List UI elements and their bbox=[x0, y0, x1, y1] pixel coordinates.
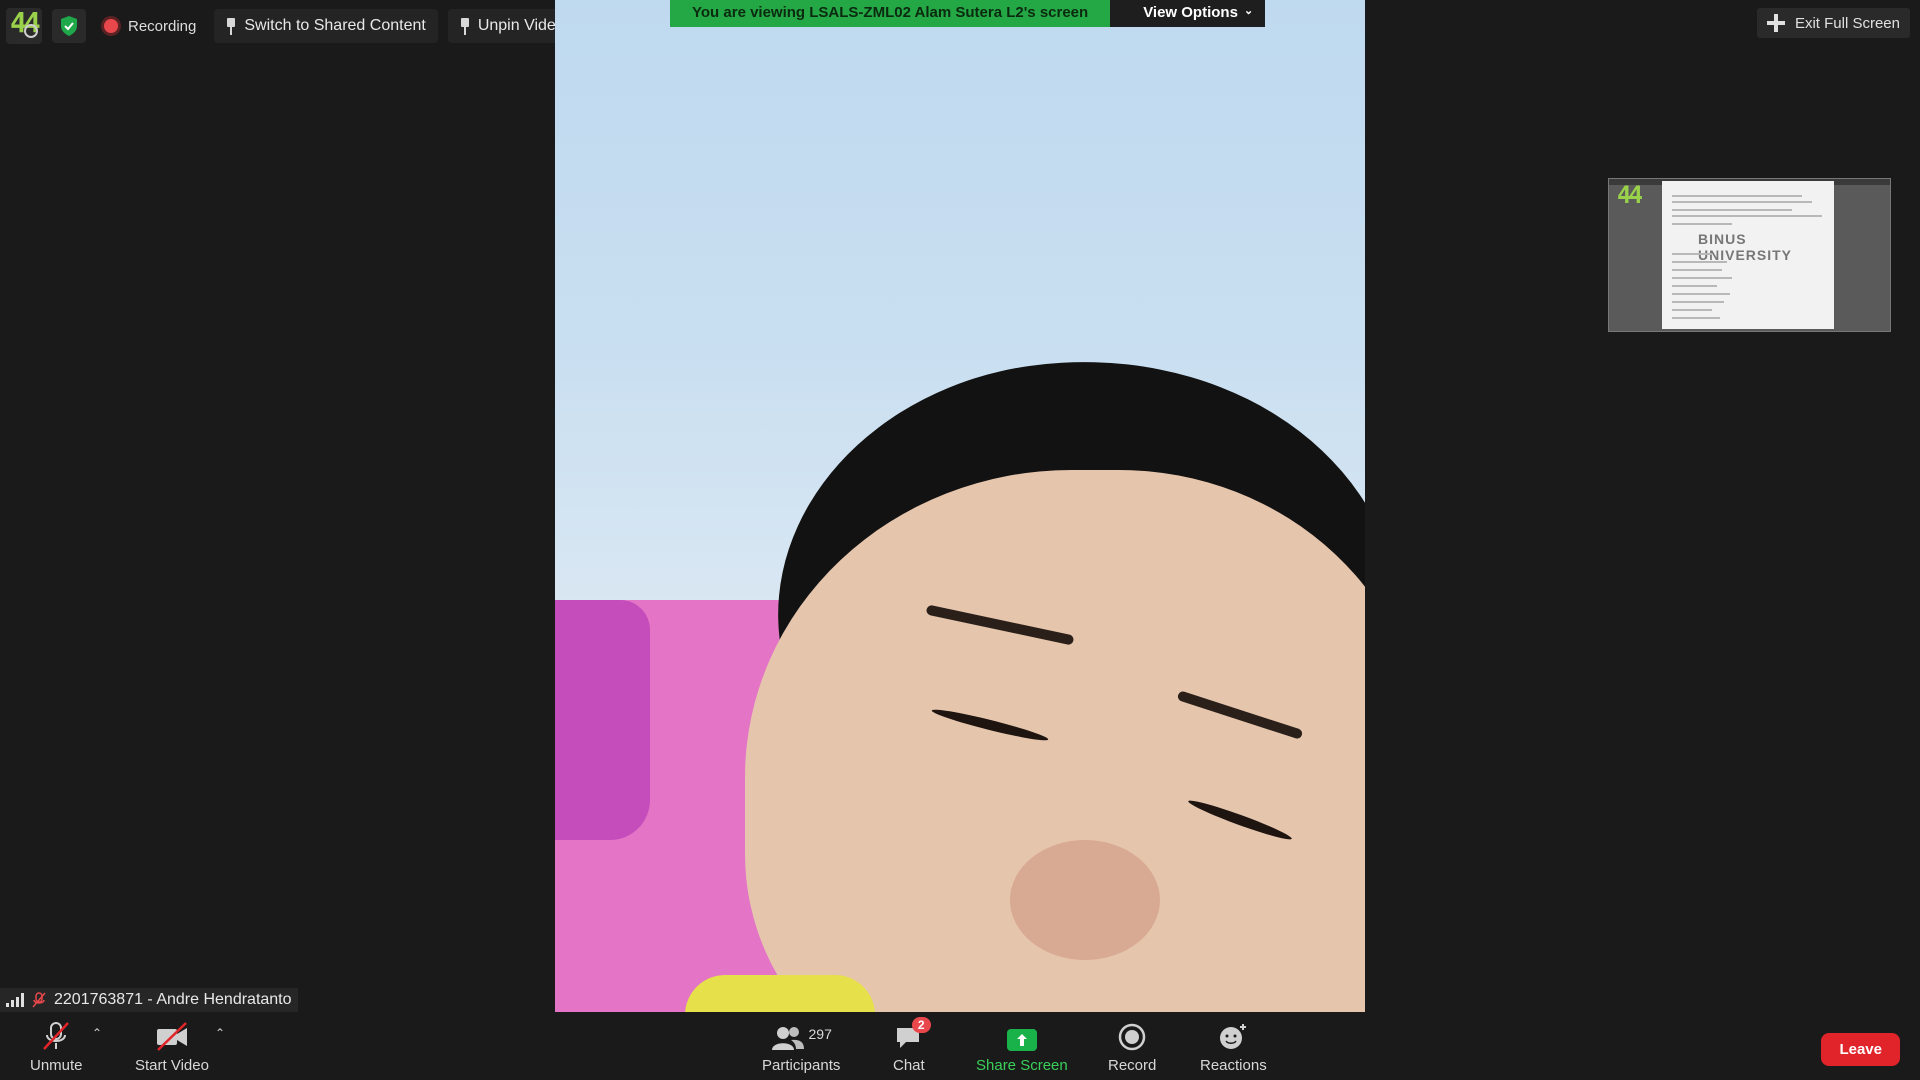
shared-content-thumbnail[interactable]: 44 BINUS UNIVERSITY bbox=[1608, 178, 1891, 332]
video-shirt bbox=[685, 975, 875, 1013]
participants-count: 297 bbox=[808, 1026, 832, 1042]
recording-indicator[interactable]: Recording bbox=[96, 18, 204, 35]
video-off-icon bbox=[156, 1022, 187, 1051]
participants-icon bbox=[771, 1027, 804, 1050]
meeting-info-icon[interactable]: 44 bbox=[6, 6, 42, 44]
unmute-label: Unmute bbox=[30, 1057, 83, 1074]
pin-icon bbox=[460, 18, 470, 35]
unpin-label: Unpin Video bbox=[477, 17, 565, 34]
reactions-label: Reactions bbox=[1200, 1057, 1267, 1074]
view-options-label: View Options bbox=[1143, 4, 1238, 21]
muted-mic-icon bbox=[43, 1022, 70, 1050]
recording-dot-icon bbox=[104, 19, 118, 33]
video-pillow bbox=[555, 600, 650, 840]
share-screen-button[interactable]: Share Screen bbox=[976, 1025, 1068, 1074]
unmute-button[interactable]: Unmute bbox=[30, 1021, 83, 1074]
video-nose bbox=[1010, 840, 1160, 960]
view-options-button[interactable]: View Options ⌄ bbox=[1110, 0, 1266, 27]
reactions-button[interactable]: Reactions bbox=[1200, 1023, 1267, 1074]
pinned-video-feed bbox=[555, 0, 1365, 1013]
chat-button[interactable]: 2 Chat bbox=[893, 1017, 931, 1074]
video-options-caret-icon[interactable]: ⌃ bbox=[215, 1026, 225, 1040]
switch-label: Switch to Shared Content bbox=[244, 17, 426, 34]
exit-full-screen-label: Exit Full Screen bbox=[1794, 14, 1900, 32]
chevron-down-icon: ⌄ bbox=[1243, 5, 1254, 17]
security-shield-icon[interactable] bbox=[52, 9, 86, 43]
switch-to-shared-content-button[interactable]: Switch to Shared Content bbox=[214, 9, 438, 43]
thumbnail-doc-logo: BINUS UNIVERSITY bbox=[1698, 231, 1793, 263]
chat-unread-badge: 2 bbox=[911, 1017, 931, 1033]
screen-share-message: You are viewing LSALS-ZML02 Alam Sutera … bbox=[670, 0, 1111, 27]
record-label: Record bbox=[1108, 1057, 1157, 1074]
top-toolbar: 44 Recording Switch to Shared Content Un… bbox=[0, 0, 577, 52]
record-button[interactable]: Record bbox=[1108, 1023, 1156, 1074]
screen-share-banner: You are viewing LSALS-ZML02 Alam Sutera … bbox=[670, 0, 1266, 27]
exit-fullscreen-icon bbox=[1766, 14, 1785, 32]
share-screen-icon bbox=[1006, 1029, 1037, 1051]
thumbnail-logo: 44 bbox=[1617, 181, 1643, 209]
exit-full-screen-button[interactable]: Exit Full Screen bbox=[1756, 8, 1910, 38]
start-video-button[interactable]: Start Video bbox=[135, 1021, 209, 1074]
record-icon bbox=[1118, 1023, 1146, 1051]
meeting-controls: Unmute ⌃ Start Video ⌃ 297 Participants … bbox=[0, 1012, 1920, 1080]
recording-label: Recording bbox=[128, 17, 197, 35]
participants-label: Participants bbox=[762, 1057, 841, 1074]
share-screen-label: Share Screen bbox=[976, 1057, 1068, 1074]
audio-options-caret-icon[interactable]: ⌃ bbox=[92, 1026, 102, 1040]
signal-strength-icon bbox=[6, 993, 24, 1007]
start-video-label: Start Video bbox=[135, 1057, 209, 1074]
thumbnail-document-page: BINUS UNIVERSITY bbox=[1662, 181, 1834, 329]
muted-mic-icon bbox=[32, 992, 46, 1008]
reactions-smiley-icon bbox=[1220, 1024, 1247, 1049]
participants-button[interactable]: 297 Participants bbox=[762, 1025, 840, 1074]
leave-button[interactable]: Leave bbox=[1821, 1033, 1900, 1066]
chat-label: Chat bbox=[893, 1057, 925, 1074]
participant-name: 2201763871 - Andre Hendratanto bbox=[54, 991, 292, 1008]
self-view-namebar: 2201763871 - Andre Hendratanto bbox=[0, 988, 298, 1012]
pin-icon bbox=[226, 18, 236, 35]
